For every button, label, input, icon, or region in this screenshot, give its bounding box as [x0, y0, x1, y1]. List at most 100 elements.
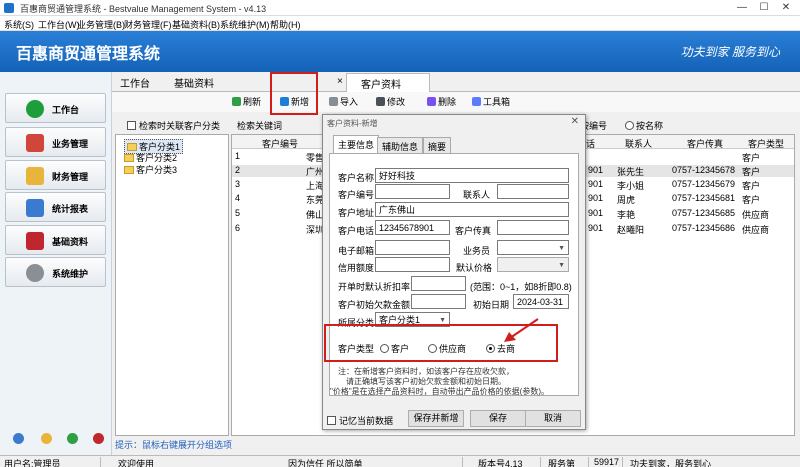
menu-finance[interactable]: 财务管理(F)	[124, 18, 172, 31]
discount-label: 开单时默认折扣率	[338, 282, 411, 292]
gear-icon	[26, 264, 44, 282]
menu-bar: 系统(S) 工作台(W) 业务管理(B) 财务管理(F) 基础资料(B) 系统维…	[0, 16, 800, 31]
refresh-icon	[232, 97, 241, 106]
sidebar-item-workbench[interactable]: 工作台	[5, 93, 106, 123]
tab-label: 客户资料	[361, 80, 401, 91]
exit-icon[interactable]	[93, 433, 104, 444]
price-label: 默认价格	[456, 263, 493, 273]
save-and-new-button[interactable]: 保存并新增	[408, 410, 464, 427]
remember-checkbox[interactable]: 记忆当前数据	[327, 414, 393, 427]
keyword-label: 检索关键词	[237, 121, 283, 131]
debt-label: 客户初始欠款金额	[338, 300, 411, 310]
category-tree: 客户分类1 客户分类2 客户分类3	[115, 134, 229, 436]
email-label: 电子邮箱	[338, 246, 375, 256]
menu-workbench[interactable]: 工作台(W)	[38, 18, 80, 31]
dialog-tab-main[interactable]: 主要信息	[333, 135, 380, 153]
menu-help[interactable]: 帮助(H)	[270, 18, 301, 31]
save-button[interactable]: 保存	[470, 410, 526, 427]
tab-close-icon[interactable]: ×	[337, 76, 343, 87]
salesman-select[interactable]: ▼	[497, 240, 569, 255]
note-line-3: "价格"是在选择产品资料时，自动带出产品价格的依据(参数)。	[330, 387, 550, 396]
dialog-tab-aux[interactable]: 辅助信息	[377, 137, 424, 153]
sidebar-item-basic-data[interactable]: 基础资料	[5, 225, 106, 255]
sidebar-tray	[5, 428, 107, 450]
hint-text: 提示：鼠标右键展开分组选项	[115, 440, 233, 450]
toolbar: 刷新 新增 导入 修改 删除 工具箱	[112, 92, 800, 112]
header-contact[interactable]: 联系人	[625, 137, 652, 150]
sidebar-item-finance[interactable]: 财务管理	[5, 160, 106, 190]
toolbox-icon	[472, 97, 481, 106]
header-fax[interactable]: 客户传真	[687, 137, 723, 150]
menu-business[interactable]: 业务管理(B)	[77, 18, 125, 31]
refresh-icon[interactable]	[67, 433, 78, 444]
minimize-button[interactable]: —	[732, 0, 752, 16]
check-circle-icon	[26, 100, 44, 118]
network-icon[interactable]	[13, 433, 24, 444]
header-type[interactable]: 客户类型	[748, 137, 784, 150]
tab-customer[interactable]: × 客户资料	[337, 73, 430, 93]
status-version: 版本号4.13	[478, 459, 523, 467]
tab-workbench[interactable]: 工作台	[120, 75, 150, 90]
import-icon	[329, 97, 338, 106]
name-label: 客户名称	[338, 173, 375, 183]
credit-label: 信用额度	[338, 263, 375, 273]
tab-bar: 工作台 基础资料 × 客户资料	[112, 72, 800, 93]
import-button[interactable]: 导入	[329, 95, 358, 108]
debt-input[interactable]	[411, 294, 466, 309]
sidebar-item-reports[interactable]: 统计报表	[5, 192, 106, 222]
contact-label: 联系人	[463, 190, 491, 200]
toolbox-button[interactable]: 工具箱	[472, 95, 510, 108]
date-input[interactable]: 2024-03-31	[513, 294, 569, 309]
address-input[interactable]: 广东佛山	[375, 202, 569, 217]
sidebar-item-label: 基础资料	[52, 237, 89, 247]
contact-input[interactable]	[497, 184, 569, 199]
house-icon	[26, 134, 44, 152]
folder-icon	[124, 166, 134, 174]
folder-icon	[124, 154, 134, 162]
search-by-name-radio[interactable]: 按名称	[625, 119, 663, 132]
cancel-button[interactable]: 取消	[525, 410, 581, 427]
delete-button[interactable]: 删除	[427, 95, 456, 108]
sidebar-item-maintenance[interactable]: 系统维护	[5, 257, 106, 287]
close-window-button[interactable]: ✕	[776, 0, 796, 16]
refresh-button[interactable]: 刷新	[232, 95, 261, 108]
sidebar: 工作台 业务管理 财务管理 统计报表 基础资料 系统维护	[0, 72, 112, 455]
salesman-label: 业务员	[463, 246, 491, 256]
highlight-box-add	[270, 72, 318, 115]
sidebar-item-business[interactable]: 业务管理	[5, 127, 106, 157]
fax-input[interactable]	[497, 220, 569, 235]
banner-title: 百惠商贸通管理系统	[16, 46, 161, 63]
chevron-down-icon: ▼	[558, 245, 565, 252]
customer-code-input[interactable]	[375, 184, 450, 199]
customer-name-input[interactable]: 好好科技	[375, 168, 569, 183]
discount-input[interactable]	[411, 276, 466, 291]
status-user: 用户名:管理员	[4, 459, 61, 467]
dialog-title: 客户资料-新增	[327, 119, 378, 128]
header-phone[interactable]: 话	[586, 137, 595, 150]
tree-item-category-3[interactable]: 客户分类3	[124, 163, 177, 176]
menu-basic-data[interactable]: 基础资料(B)	[172, 18, 220, 31]
status-service-count: 59917	[594, 457, 620, 467]
maximize-button[interactable]: ☐	[754, 0, 774, 16]
sidebar-item-label: 财务管理	[52, 172, 89, 182]
trash-icon	[427, 97, 436, 106]
dialog-close-icon[interactable]: ✕	[571, 116, 579, 127]
credit-input[interactable]	[375, 257, 450, 272]
help-icon[interactable]	[41, 433, 52, 444]
sidebar-item-label: 业务管理	[52, 139, 89, 149]
menu-maintenance[interactable]: 系统维护(M)	[220, 18, 270, 31]
banner-slogan: 功夫到家 服务到心	[680, 45, 780, 59]
email-input[interactable]	[375, 240, 450, 255]
phone-input[interactable]: 12345678901	[375, 220, 450, 235]
address-label: 客户地址	[338, 208, 375, 218]
edit-button[interactable]: 修改	[376, 95, 405, 108]
price-select[interactable]: ▼	[497, 257, 569, 272]
dialog-tab-summary[interactable]: 摘要	[423, 137, 452, 153]
status-bar: 用户名:管理员 欢迎使用 因为信任 所以简单 版本号4.13 服务第 59917…	[0, 455, 800, 467]
phone-label: 客户电话	[338, 226, 375, 236]
header-code[interactable]: 客户编号	[262, 137, 298, 150]
folder-icon	[127, 143, 137, 151]
tab-basic-data[interactable]: 基础资料	[174, 75, 214, 90]
menu-system[interactable]: 系统(S)	[4, 18, 34, 31]
link-category-checkbox[interactable]: 检索时关联客户分类	[127, 119, 220, 132]
